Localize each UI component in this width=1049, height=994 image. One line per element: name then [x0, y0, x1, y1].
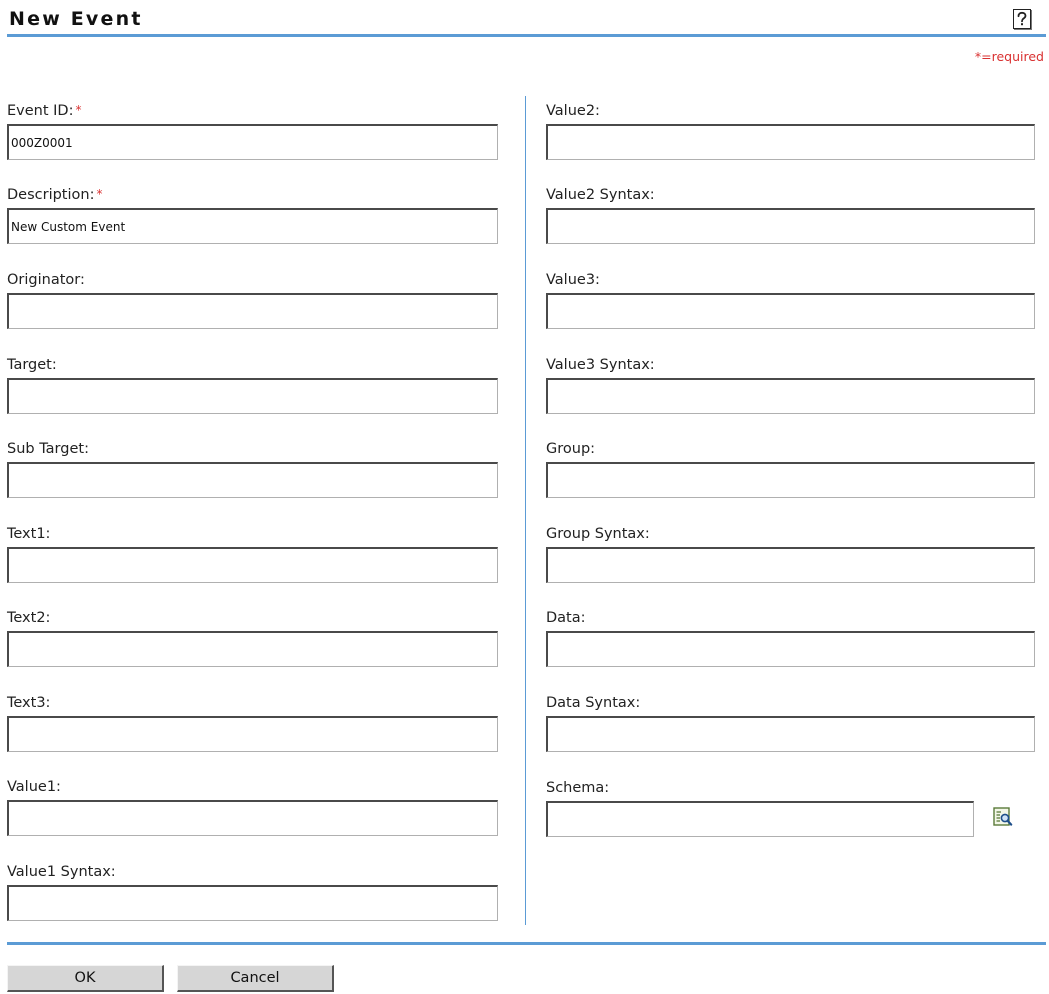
- originator-label: Originator:: [7, 272, 85, 288]
- value1-syntax-input[interactable]: [7, 885, 498, 921]
- text1-input[interactable]: [7, 547, 498, 583]
- object-selector-icon[interactable]: [992, 806, 1014, 828]
- value2-label: Value2:: [546, 103, 600, 119]
- value3-label: Value3:: [546, 272, 600, 288]
- group-syntax-input[interactable]: [546, 547, 1035, 583]
- cancel-button[interactable]: Cancel: [177, 965, 334, 992]
- text2-label: Text2:: [7, 610, 51, 626]
- required-marker: *: [96, 187, 103, 201]
- group-syntax-label: Group Syntax:: [546, 526, 650, 542]
- text3-label: Text3:: [7, 695, 51, 711]
- event-id-input[interactable]: [7, 124, 498, 160]
- schema-input[interactable]: [546, 801, 974, 837]
- text3-input[interactable]: [7, 716, 498, 752]
- data-syntax-label: Data Syntax:: [546, 695, 641, 711]
- data-label: Data:: [546, 610, 586, 626]
- text1-label: Text1:: [7, 526, 51, 542]
- value3-input[interactable]: [546, 293, 1035, 329]
- target-label: Target:: [7, 357, 57, 373]
- ok-button[interactable]: OK: [7, 965, 164, 992]
- page-title: New Event: [9, 8, 143, 30]
- value2-syntax-input[interactable]: [546, 208, 1035, 244]
- value3-syntax-input[interactable]: [546, 378, 1035, 414]
- event-id-label: Event ID: *: [7, 103, 82, 119]
- value2-syntax-label: Value2 Syntax:: [546, 187, 655, 203]
- originator-input[interactable]: [7, 293, 498, 329]
- footer-divider: [7, 942, 1046, 945]
- value1-syntax-label: Value1 Syntax:: [7, 864, 116, 880]
- target-input[interactable]: [7, 378, 498, 414]
- group-input[interactable]: [546, 462, 1035, 498]
- schema-label: Schema:: [546, 780, 610, 796]
- data-input[interactable]: [546, 631, 1035, 667]
- value1-input[interactable]: [7, 800, 498, 836]
- description-label: Description: *: [7, 187, 103, 203]
- sub-target-input[interactable]: [7, 462, 498, 498]
- value3-syntax-label: Value3 Syntax:: [546, 357, 655, 373]
- text2-input[interactable]: [7, 631, 498, 667]
- description-input[interactable]: [7, 208, 498, 244]
- header-divider: [7, 34, 1046, 37]
- group-label: Group:: [546, 441, 596, 457]
- required-marker: *: [75, 103, 82, 117]
- data-syntax-input[interactable]: [546, 716, 1035, 752]
- question-mark-icon: [1017, 11, 1027, 26]
- sub-target-label: Sub Target:: [7, 441, 89, 457]
- column-divider: [525, 96, 526, 925]
- help-icon[interactable]: [1013, 9, 1031, 29]
- required-legend: *=required: [974, 49, 1044, 64]
- value1-label: Value1:: [7, 779, 61, 795]
- value2-input[interactable]: [546, 124, 1035, 160]
